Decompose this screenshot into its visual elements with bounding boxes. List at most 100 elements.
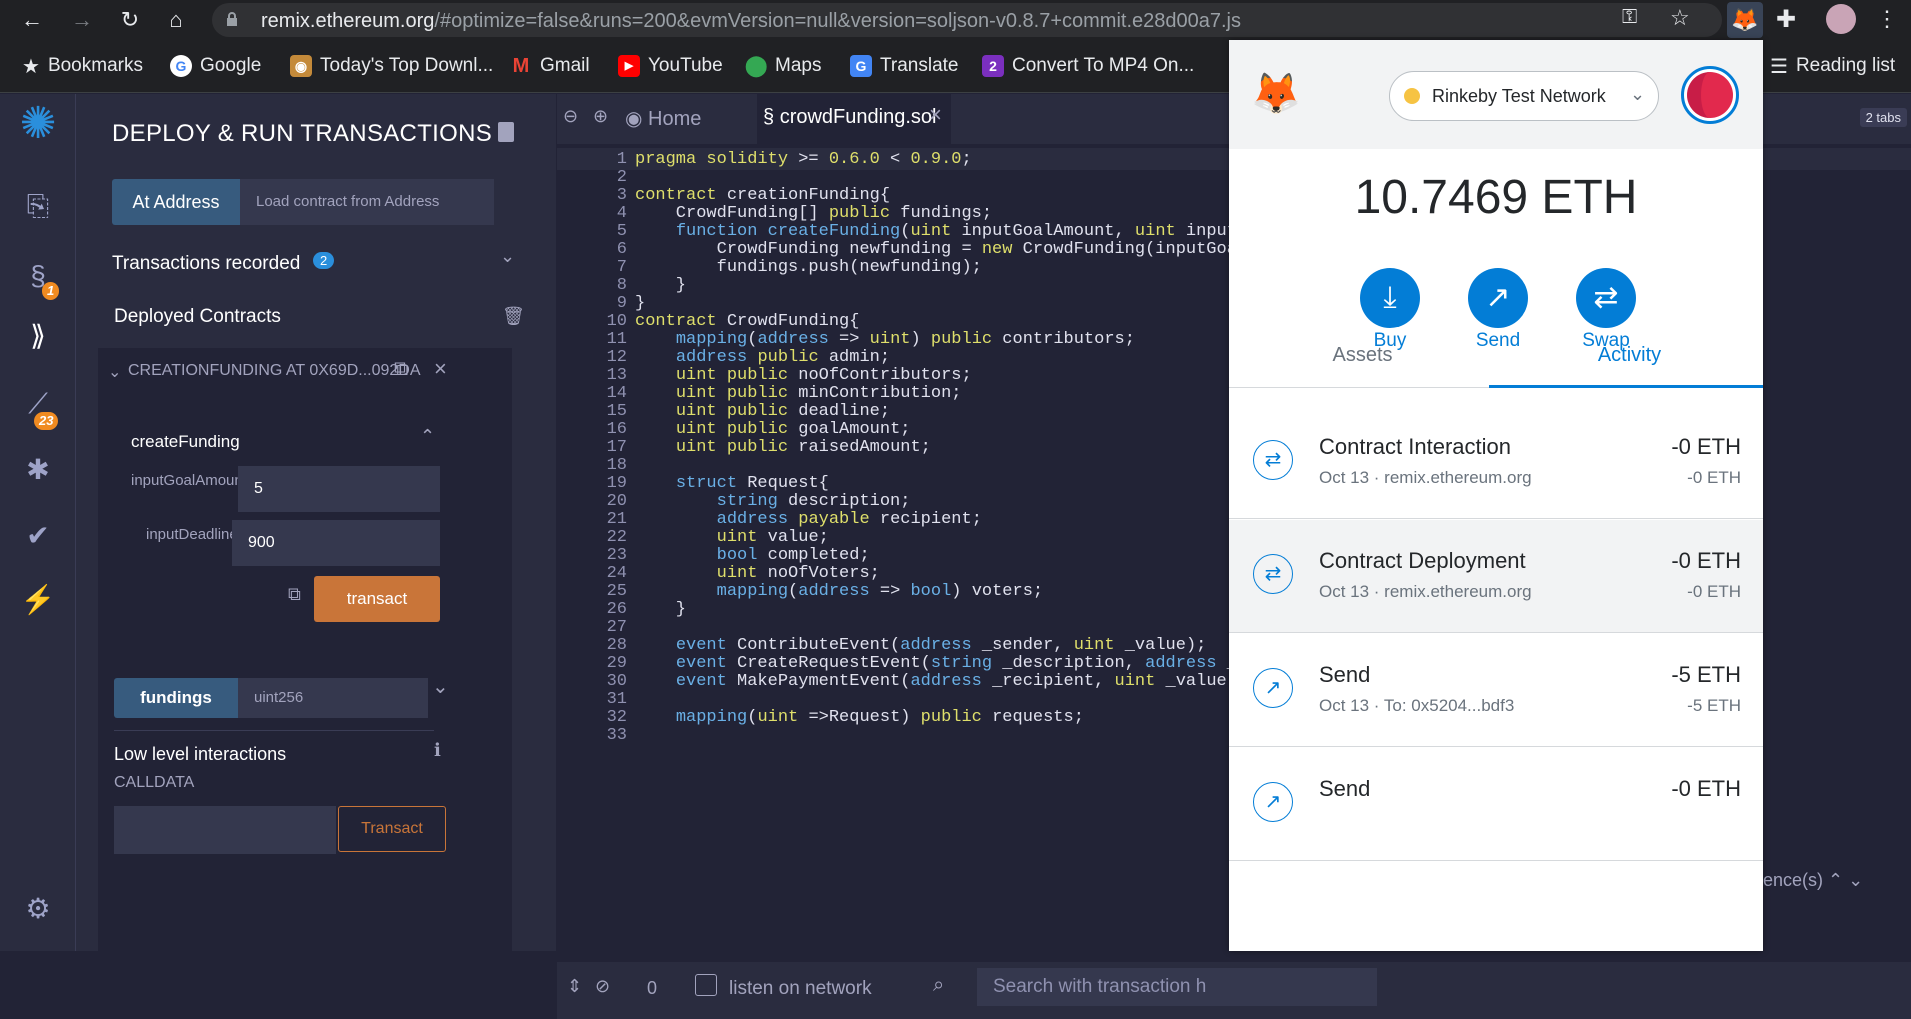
account-avatar[interactable] [1681, 66, 1739, 124]
clear-icon[interactable]: ⊘ [595, 976, 610, 997]
fundings-input[interactable]: uint256 [238, 678, 428, 718]
remix-logo-icon[interactable]: ✺ [6, 102, 70, 168]
profile-avatar[interactable] [1826, 4, 1856, 34]
home-icon[interactable]: ⌂ [162, 6, 190, 34]
active-tab-indicator [1489, 385, 1763, 388]
code-line[interactable]: contract CrowdFunding{ [635, 312, 859, 331]
buy-icon[interactable]: ⤓ [1360, 268, 1420, 328]
code-line[interactable]: mapping(address => bool) voters; [635, 582, 1044, 601]
file-explorer-icon[interactable]: ⎘ [18, 186, 58, 226]
transaction-item[interactable]: ⇄ Contract Deployment Oct 13 · remix.eth… [1229, 520, 1763, 633]
info-icon[interactable]: ℹ [434, 740, 441, 761]
plugin-manager-icon[interactable]: ⚡ [18, 580, 58, 620]
trash-icon[interactable]: 🗑 [502, 306, 525, 327]
bookmark-google[interactable]: G Google [170, 53, 261, 79]
low-level-transact-button[interactable]: Transact [338, 806, 446, 852]
code-line[interactable]: event CreateRequestEvent(string _descrip… [635, 654, 1247, 673]
transaction-item[interactable]: ⇄ Contract Interaction Oct 13 · remix.et… [1229, 406, 1763, 519]
goal-amount-input[interactable]: 5 [238, 466, 440, 512]
tab-activity[interactable]: Activity [1496, 330, 1763, 380]
listen-checkbox[interactable] [695, 974, 717, 996]
code-line[interactable]: uint value; [635, 528, 829, 547]
bookmark-convert[interactable]: 2 Convert To MP4 On... [982, 53, 1194, 79]
metamask-extension-icon[interactable]: 🦊 [1727, 2, 1763, 38]
settings-gear-icon[interactable]: ⚙ [18, 889, 58, 929]
code-line[interactable]: uint noOfVoters; [635, 564, 880, 583]
chevron-up-icon[interactable]: ⌃ [420, 426, 435, 447]
code-line[interactable]: CrowdFunding[] public fundings; [635, 204, 992, 223]
tab-home[interactable]: ◉ Home [625, 106, 701, 131]
code-line[interactable]: } [635, 600, 686, 619]
transaction-item[interactable]: ↗ Send Oct 13 · To: 0x5204...bdf3 -5 ETH… [1229, 634, 1763, 747]
code-line[interactable]: address payable recipient; [635, 510, 982, 529]
chevron-up-icon[interactable]: ⌃ [1828, 870, 1843, 890]
key-icon[interactable]: ⚿ [1622, 6, 1637, 29]
debugger-icon[interactable]: ✱ [18, 450, 58, 490]
tab-assets[interactable]: Assets [1229, 330, 1496, 380]
code-line[interactable]: contract creationFunding{ [635, 186, 890, 205]
code-line[interactable]: uint public raisedAmount; [635, 438, 931, 457]
zoom-in-icon[interactable]: ⊕ [593, 106, 608, 127]
calldata-input[interactable] [114, 806, 336, 854]
transaction-search-input[interactable]: Search with transaction h [977, 968, 1377, 1006]
collapse-icon[interactable]: ⇕ [567, 976, 582, 997]
forward-icon[interactable]: → [68, 6, 96, 34]
code-line[interactable]: address public admin; [635, 348, 890, 367]
code-line[interactable]: function createFunding(uint inputGoalAmo… [635, 222, 1247, 241]
chevron-down-icon[interactable]: ⌄ [432, 674, 449, 699]
bookmark-bookmarks[interactable]: ★ Bookmarks [22, 53, 143, 79]
swap-icon[interactable]: ⇄ [1576, 268, 1636, 328]
deploy-run-icon[interactable]: ⟫ [18, 316, 58, 356]
address-input[interactable]: Load contract from Address [240, 179, 494, 225]
bookmark-gmail[interactable]: M Gmail [510, 53, 590, 79]
test-icon[interactable]: ✔ [18, 516, 58, 556]
code-line[interactable]: string description; [635, 492, 911, 511]
chevron-down-icon[interactable]: ⌄ [1848, 870, 1863, 890]
chevron-down-icon[interactable]: ⌄ [108, 362, 121, 382]
code-line[interactable]: CrowdFunding newfunding = new CrowdFundi… [635, 240, 1248, 259]
code-line[interactable]: event ContributeEvent(address _sender, u… [635, 636, 1207, 655]
code-line[interactable]: uint public noOfContributors; [635, 366, 972, 385]
close-tab-icon[interactable]: × [929, 102, 942, 128]
close-icon[interactable]: × [434, 356, 447, 382]
code-line[interactable]: uint public deadline; [635, 402, 890, 421]
code-line[interactable]: uint public minContribution; [635, 384, 962, 403]
deadline-input[interactable]: 900 [232, 520, 440, 566]
bookmark-reading-list[interactable]: ☰ Reading list [1770, 53, 1895, 79]
code-line[interactable]: struct Request{ [635, 474, 829, 493]
menu-icon[interactable]: ⋮ [1876, 6, 1898, 32]
send-icon[interactable]: ↗ [1468, 268, 1528, 328]
tx-amount: -5 ETH [1671, 662, 1741, 687]
network-selector[interactable]: Rinkeby Test Network ⌄ [1389, 71, 1659, 121]
bookmark-downloads[interactable]: ◉ Today's Top Downl... [290, 53, 493, 79]
bookmark-youtube[interactable]: ▶ YouTube [618, 53, 723, 79]
extensions-icon[interactable]: ✚ [1776, 5, 1796, 34]
transact-button[interactable]: transact [314, 576, 440, 622]
back-icon[interactable]: ← [18, 6, 46, 34]
code-line[interactable]: mapping(uint =>Request) public requests; [635, 708, 1084, 727]
copy-calldata-icon[interactable]: ⧉ [288, 584, 301, 605]
zoom-out-icon[interactable]: ⊖ [563, 106, 578, 127]
tabs-count[interactable]: 2 tabs [1859, 108, 1907, 127]
code-line[interactable]: } [635, 294, 645, 313]
docs-icon[interactable] [498, 122, 514, 142]
code-line[interactable]: bool completed; [635, 546, 870, 565]
copy-icon[interactable]: ⧉ [394, 358, 408, 381]
code-line[interactable]: } [635, 276, 686, 295]
code-line[interactable]: fundings.push(newfunding); [635, 258, 982, 277]
tab-crowdfunding[interactable]: § crowdFunding.sol [763, 106, 936, 129]
address-bar[interactable]: remix.ethereum.org/#optimize=false&runs=… [212, 3, 1722, 37]
code-line[interactable]: pragma solidity >= 0.6.0 < 0.9.0; [635, 150, 972, 169]
chevron-down-icon[interactable]: ⌄ [500, 246, 515, 267]
fundings-button[interactable]: fundings [114, 678, 238, 718]
at-address-button[interactable]: At Address [112, 179, 240, 225]
line-number: 9 [616, 294, 627, 313]
code-line[interactable]: event MakePaymentEvent(address _recipien… [635, 672, 1247, 691]
bookmark-translate[interactable]: G Translate [850, 53, 959, 79]
reload-icon[interactable]: ↻ [116, 6, 144, 34]
bookmark-maps[interactable]: ⬤ Maps [745, 53, 821, 79]
code-line[interactable]: uint public goalAmount; [635, 420, 911, 439]
transaction-item[interactable]: ↗ Send -0 ETH [1229, 748, 1763, 861]
star-icon[interactable]: ☆ [1670, 5, 1690, 31]
code-line[interactable]: mapping(address => uint) public contribu… [635, 330, 1135, 349]
